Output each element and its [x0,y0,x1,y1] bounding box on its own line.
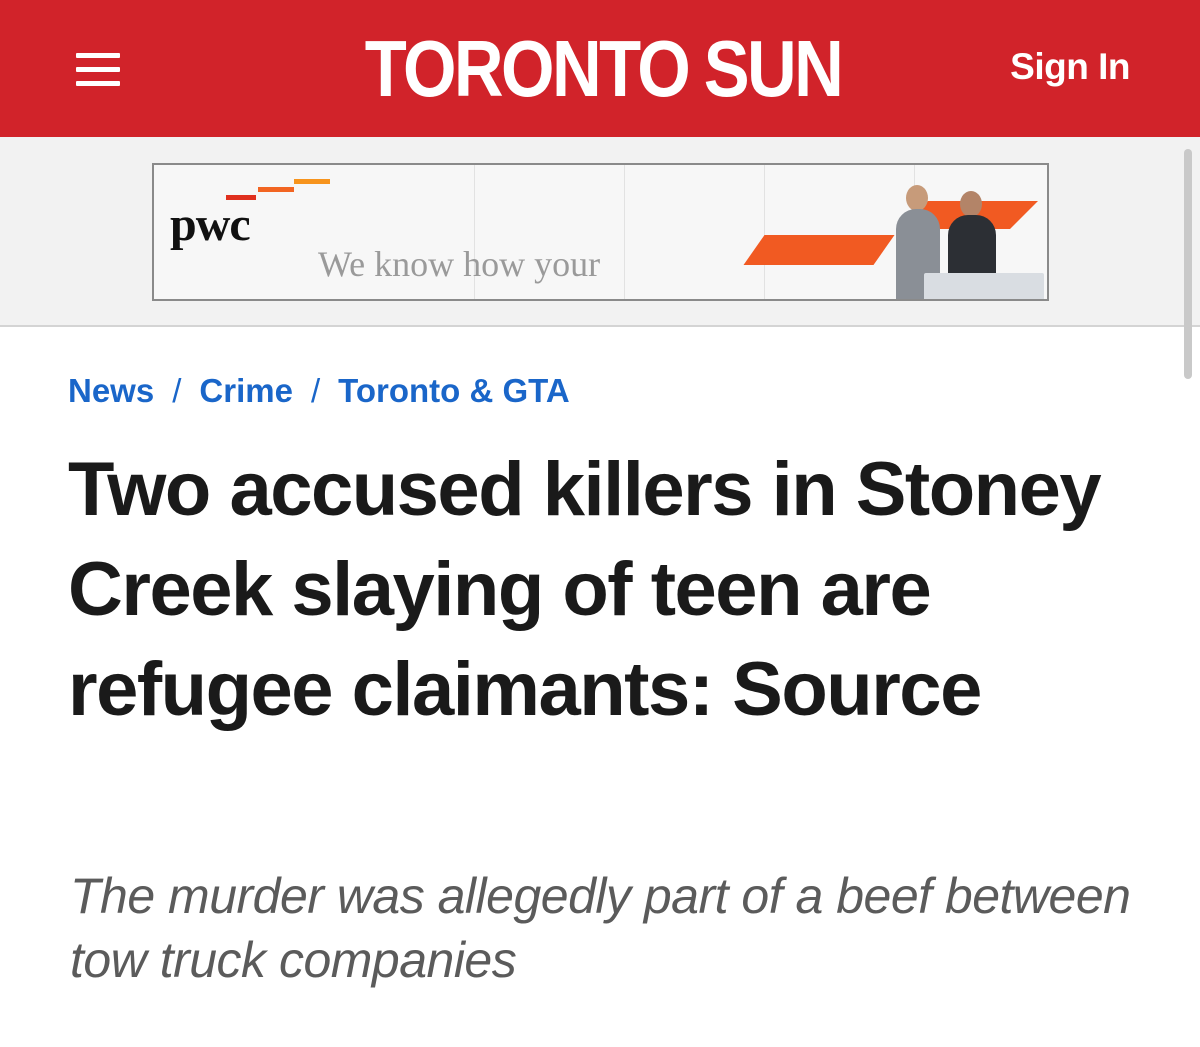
ad-tagline: We know how your [318,244,601,284]
scrollbar-thumb[interactable] [1184,149,1192,379]
ad-desk [924,273,1044,299]
ad-background-line [764,165,765,299]
ad-orange-bar [743,235,895,265]
menu-bar [76,53,120,58]
logo-text-sun: SUN [703,23,844,113]
breadcrumb: News / Crime / Toronto & GTA [68,372,570,410]
logo-text-toronto: TORONTO [364,23,691,113]
breadcrumb-news[interactable]: News [68,372,154,409]
article-headline: Two accused killers in Stoney Creek slay… [68,447,1102,732]
pwc-logo-text: pwc [170,198,251,251]
site-header: TORONTO SUN Sign In [0,0,1200,137]
breadcrumb-separator: / [172,372,182,409]
ad-strip: pwc We know how your [0,137,1200,379]
site-logo[interactable]: TORONTO SUN [365,26,844,111]
pwc-logo-stripe [294,179,330,184]
hamburger-menu-icon[interactable] [76,53,120,86]
article-subheadline: The murder was allegedly part of a beef … [70,868,1131,988]
breadcrumb-toronto-gta[interactable]: Toronto & GTA [338,372,570,409]
pwc-logo-stripe [258,187,294,192]
ad-person-head [906,185,928,211]
breadcrumb-separator: / [310,372,321,409]
pwc-ad-banner[interactable]: pwc We know how your [152,163,1049,301]
ad-person-head [960,191,982,217]
ad-background-line [624,165,625,299]
sign-in-link[interactable]: Sign In [1010,46,1130,88]
menu-bar [76,67,120,72]
breadcrumb-crime[interactable]: Crime [199,372,293,409]
menu-bar [76,81,120,86]
